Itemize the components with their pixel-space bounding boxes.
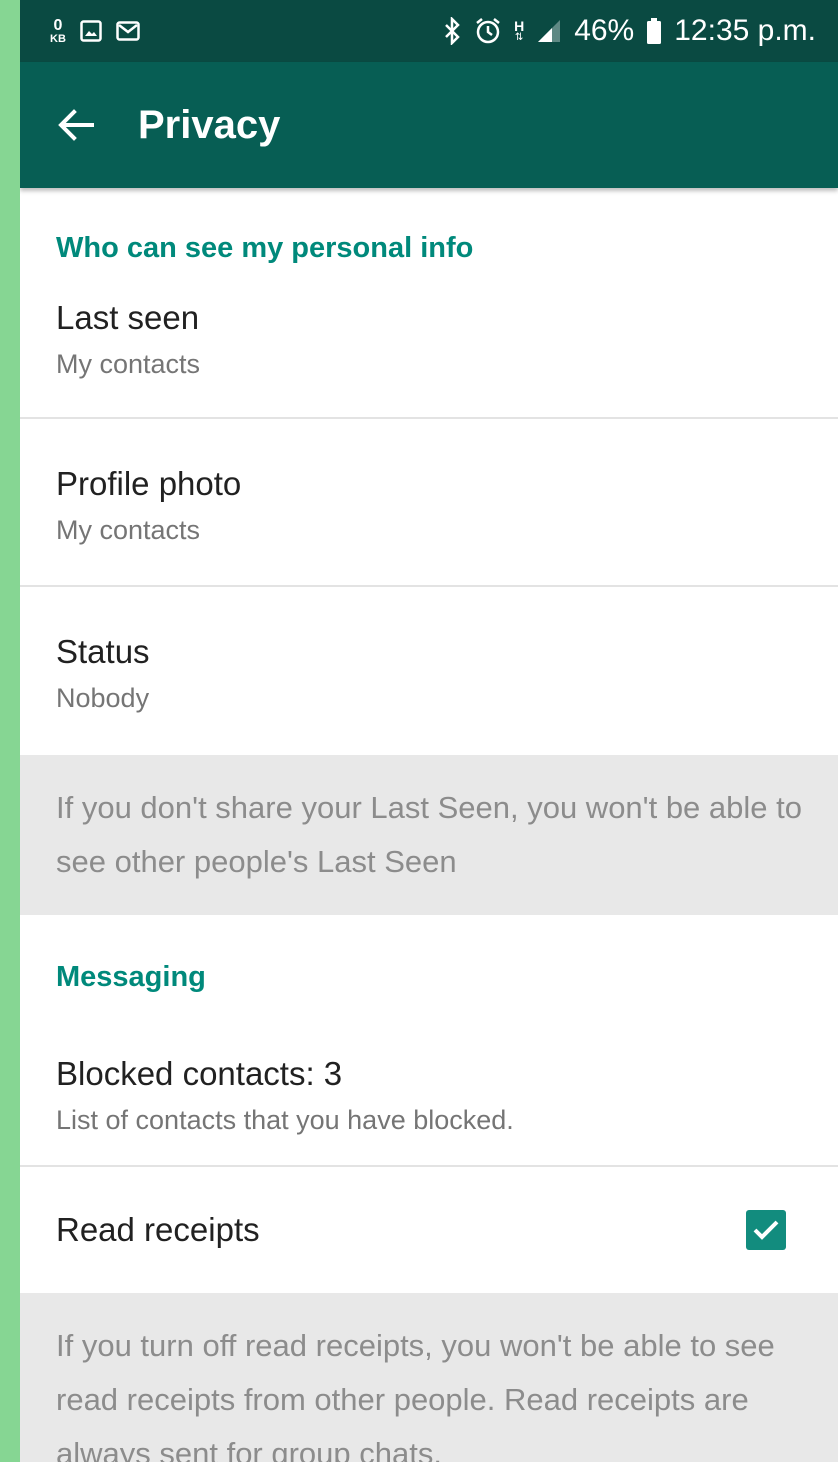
section-header-personal-info: Who can see my personal info bbox=[56, 232, 474, 264]
read-receipts-checkbox[interactable] bbox=[746, 1210, 786, 1250]
battery-percent: 46% bbox=[574, 14, 635, 47]
setting-value: Nobody bbox=[56, 683, 150, 713]
app-toolbar: Privacy bbox=[20, 62, 838, 188]
setting-last-seen[interactable]: Last seen My contacts bbox=[20, 276, 838, 419]
image-icon bbox=[80, 20, 102, 42]
page-title: Privacy bbox=[138, 102, 281, 147]
data-speed-icon: 0 KB bbox=[50, 16, 66, 45]
arrow-left-icon[interactable] bbox=[54, 103, 98, 147]
data-speed-value: 0 bbox=[53, 16, 63, 34]
signal-icon bbox=[536, 18, 562, 44]
info-read-receipts: If you turn off read receipts, you won't… bbox=[20, 1293, 838, 1462]
setting-description: List of contacts that you have blocked. bbox=[56, 1105, 514, 1135]
status-bar: 0 KB H ⇅ 46% 12:35 p.m. bbox=[20, 0, 838, 62]
setting-label: Blocked contacts: 3 bbox=[56, 1055, 343, 1092]
clock-time: 12:35 p.m. bbox=[674, 14, 816, 47]
section-header-messaging: Messaging bbox=[56, 961, 206, 993]
setting-value: My contacts bbox=[56, 349, 201, 379]
check-icon bbox=[753, 1220, 779, 1240]
network-type-icon: H ⇅ bbox=[514, 18, 525, 43]
bluetooth-icon bbox=[442, 17, 462, 45]
data-speed-unit: KB bbox=[50, 32, 66, 45]
network-type-label: H bbox=[514, 18, 525, 34]
setting-status[interactable]: Status Nobody bbox=[20, 587, 838, 755]
setting-label: Read receipts bbox=[56, 1211, 260, 1248]
mail-icon bbox=[116, 20, 140, 42]
alarm-icon bbox=[474, 17, 502, 45]
setting-label: Status bbox=[56, 633, 150, 670]
setting-read-receipts[interactable]: Read receipts bbox=[20, 1167, 838, 1293]
phone-screen: 0 KB H ⇅ 46% 12:35 p.m. Privacy Who can … bbox=[20, 0, 838, 1462]
setting-label: Profile photo bbox=[56, 465, 242, 502]
info-last-seen: If you don't share your Last Seen, you w… bbox=[20, 755, 838, 915]
setting-profile-photo[interactable]: Profile photo My contacts bbox=[20, 419, 838, 587]
setting-value: My contacts bbox=[56, 515, 201, 545]
battery-icon bbox=[646, 17, 662, 45]
setting-label: Last seen bbox=[56, 299, 200, 336]
setting-blocked-contacts[interactable]: Blocked contacts: 3 List of contacts tha… bbox=[20, 1017, 838, 1167]
